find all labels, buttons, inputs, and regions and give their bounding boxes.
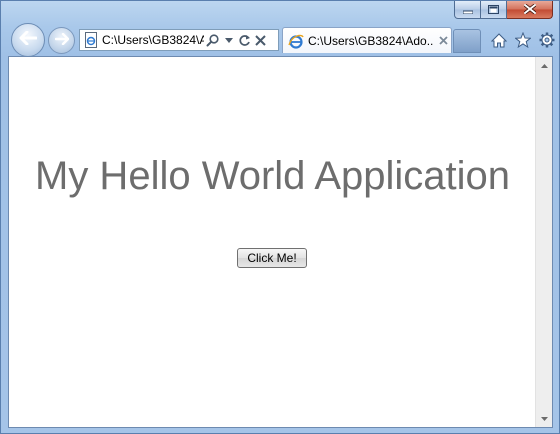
close-window-button[interactable]: [507, 1, 553, 19]
maximize-icon: [488, 1, 499, 19]
close-icon: [522, 1, 537, 19]
stop-icon[interactable]: [253, 33, 268, 48]
refresh-icon[interactable]: [237, 33, 252, 48]
back-arrow-icon: [19, 30, 38, 50]
home-icon[interactable]: [490, 31, 508, 49]
active-tab[interactable]: C:\Users\GB3824\Ado...: [282, 27, 452, 53]
scroll-down-icon[interactable]: [536, 410, 552, 427]
favorites-icon[interactable]: [514, 31, 532, 49]
tab-close-icon[interactable]: [436, 34, 450, 48]
forward-arrow-icon: [54, 32, 69, 50]
page-content: My Hello World Application Click Me!: [8, 56, 553, 428]
search-icon[interactable]: [205, 33, 220, 48]
address-url[interactable]: C:\Users\GB3824\A: [102, 33, 204, 47]
window-caption-buttons: [454, 1, 553, 21]
maximize-button[interactable]: [481, 1, 507, 19]
vertical-scrollbar[interactable]: [535, 57, 552, 427]
scroll-up-icon[interactable]: [536, 57, 552, 74]
minimize-button[interactable]: [454, 1, 481, 19]
dropdown-icon[interactable]: [221, 33, 236, 48]
address-bar[interactable]: C:\Users\GB3824\A: [79, 29, 279, 51]
browser-window: C:\Users\GB3824\A C:\Users\GB3824\Ado...: [0, 0, 560, 434]
page-icon: [83, 32, 99, 48]
page-heading: My Hello World Application: [35, 154, 511, 198]
click-me-button[interactable]: Click Me!: [237, 248, 307, 268]
tab-title: C:\Users\GB3824\Ado...: [308, 33, 434, 48]
settings-icon[interactable]: [538, 31, 556, 49]
forward-button[interactable]: [48, 27, 75, 54]
back-button[interactable]: [11, 23, 45, 57]
new-tab-button[interactable]: [453, 29, 481, 53]
minimize-icon: [462, 1, 473, 19]
ie-tab-icon: [288, 33, 304, 49]
